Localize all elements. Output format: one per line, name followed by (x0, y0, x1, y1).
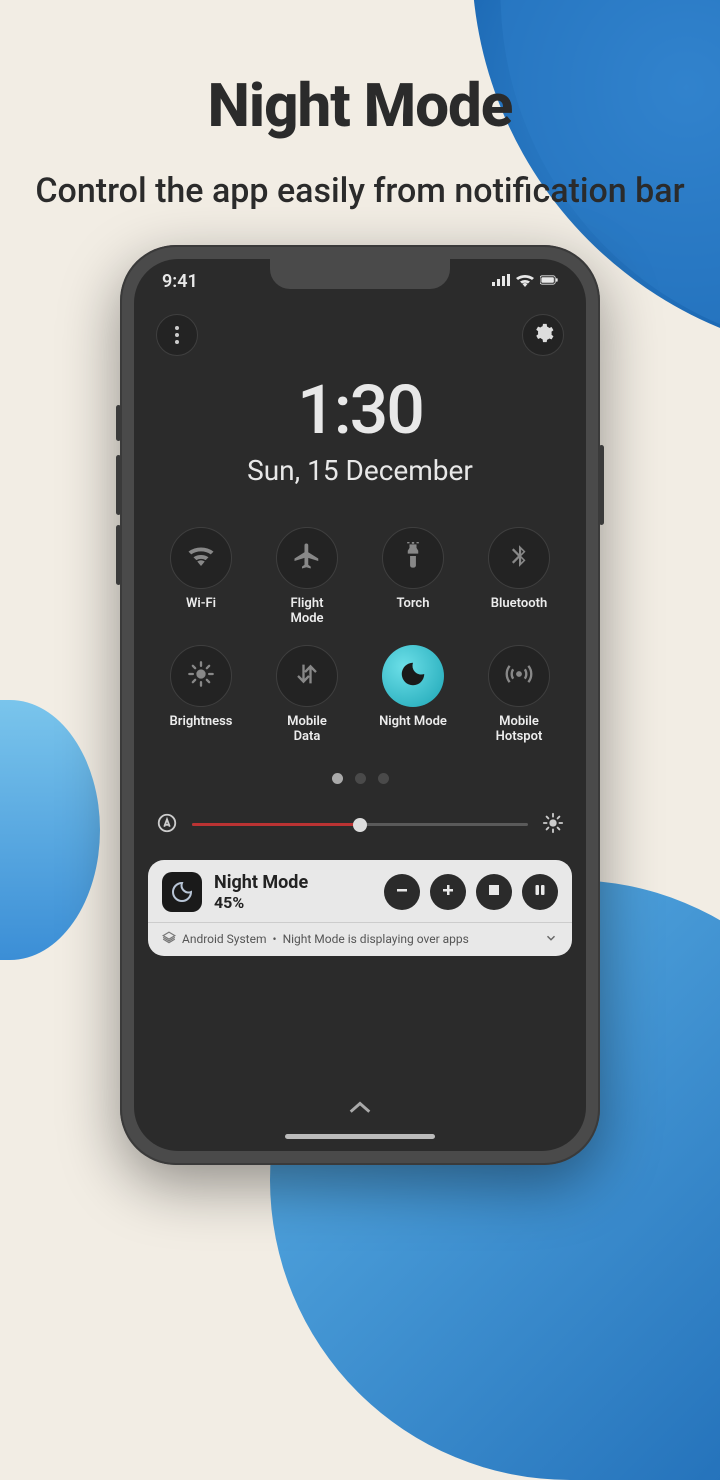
slider-fill (192, 823, 360, 826)
more-icon (175, 326, 179, 344)
wifi-icon (186, 541, 216, 575)
phone-screen: 9:41 1:30 Sun, 15 December (134, 259, 586, 1151)
bullet: • (273, 932, 277, 946)
phone-side-button (116, 525, 121, 585)
chevron-up-icon[interactable] (346, 1098, 374, 1120)
stop-icon (487, 882, 501, 901)
notif-value: 45% (214, 893, 372, 912)
more-button[interactable] (156, 314, 198, 356)
airplane-icon (292, 541, 322, 575)
qs-label: Brightness (170, 715, 233, 730)
home-indicator[interactable] (285, 1134, 435, 1139)
battery-icon (540, 271, 558, 292)
settings-button[interactable] (522, 314, 564, 356)
app-icon (162, 872, 202, 912)
page-title: Night Mode (208, 70, 513, 141)
phone-side-button (116, 405, 121, 441)
qs-label: Night Mode (379, 715, 447, 730)
phone-side-button (116, 455, 121, 515)
qs-bluetooth[interactable] (488, 527, 550, 589)
qs-label: MobileData (287, 715, 327, 745)
dot (378, 773, 389, 784)
qs-label: FlightMode (290, 597, 323, 627)
qs-wifi[interactable] (170, 527, 232, 589)
increase-button[interactable] (430, 874, 466, 910)
brightness-max-icon (542, 812, 564, 838)
minus-icon (394, 882, 410, 902)
qs-mobile-data[interactable] (276, 645, 338, 707)
wifi-icon (516, 271, 534, 292)
chevron-down-icon[interactable] (544, 931, 558, 948)
brightness-icon (187, 660, 215, 692)
layers-icon (162, 931, 176, 948)
qs-torch[interactable] (382, 527, 444, 589)
notif-footer-source: Android System (182, 932, 267, 946)
torch-icon (399, 542, 427, 574)
brightness-slider[interactable] (192, 823, 528, 826)
signal-icon (492, 271, 510, 292)
qs-label: Wi-Fi (186, 597, 216, 612)
qs-brightness[interactable] (170, 645, 232, 707)
dot (332, 773, 343, 784)
statusbar-time: 9:41 (162, 271, 198, 292)
qs-label: Bluetooth (491, 597, 547, 612)
pause-button[interactable] (522, 874, 558, 910)
mobile-data-icon (293, 660, 321, 692)
gear-icon (532, 322, 554, 348)
phone-mockup: 9:41 1:30 Sun, 15 December (120, 245, 600, 1165)
qs-mobile-hotspot[interactable] (488, 645, 550, 707)
phone-side-button (599, 445, 604, 525)
phone-notch (270, 259, 450, 289)
page-indicator[interactable] (134, 773, 586, 784)
notification-card[interactable]: Night Mode 45% Android System • Night Mo… (148, 860, 572, 956)
qs-label: Torch (397, 597, 430, 612)
auto-brightness-icon[interactable] (156, 812, 178, 838)
qs-label: MobileHotspot (496, 715, 543, 745)
decrease-button[interactable] (384, 874, 420, 910)
dot (355, 773, 366, 784)
qs-flight-mode[interactable] (276, 527, 338, 589)
hotspot-icon (505, 660, 533, 692)
clock-date: Sun, 15 December (134, 454, 586, 487)
slider-thumb[interactable] (353, 818, 367, 832)
pause-icon (533, 882, 547, 901)
notif-footer-msg: Night Mode is displaying over apps (283, 932, 469, 946)
notif-title: Night Mode (214, 872, 372, 893)
moon-icon (398, 659, 428, 693)
stop-button[interactable] (476, 874, 512, 910)
page-subtitle: Control the app easily from notification… (35, 169, 684, 213)
clock-time: 1:30 (134, 370, 586, 450)
qs-night-mode[interactable] (382, 645, 444, 707)
plus-icon (440, 882, 456, 902)
bluetooth-icon (506, 543, 532, 573)
